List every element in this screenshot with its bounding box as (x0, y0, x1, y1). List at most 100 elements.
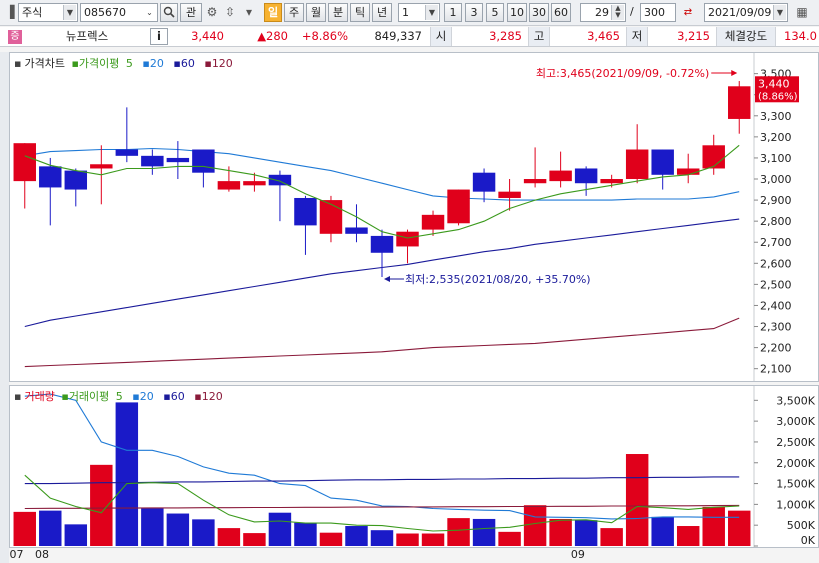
candle-body[interactable] (472, 172, 496, 192)
volume-bar[interactable] (472, 518, 496, 546)
period-button-month[interactable]: 월 (306, 3, 326, 22)
legend-vol-ma-label[interactable]: ▪거래이평 5 (61, 390, 125, 403)
legend-volume-title[interactable]: 거래량 (24, 390, 54, 403)
candle-body[interactable] (370, 235, 394, 253)
candle-body[interactable] (523, 179, 547, 184)
candle-body[interactable] (217, 181, 241, 190)
legend-price-title[interactable]: 가격차트 (24, 57, 64, 70)
candle-body[interactable] (243, 181, 266, 186)
candle-body[interactable] (702, 145, 725, 169)
candle-body[interactable] (549, 170, 572, 182)
chevron-down-icon[interactable]: ⌄ (143, 5, 156, 20)
candle-body[interactable] (625, 149, 649, 180)
volume-bar[interactable] (243, 533, 266, 546)
candle-body[interactable] (447, 189, 470, 224)
volume-chart[interactable]: 0K 500K 1,000K 1,500K 2,000K 2,500K 3,000K 3,50… (10, 386, 818, 547)
legend-vol-ma120[interactable]: ▪120 (194, 390, 225, 403)
chevron-down-icon[interactable]: ▼ (425, 5, 438, 20)
interval-select[interactable]: 1 ▼ (398, 3, 440, 22)
reset-icon[interactable]: ⇄ (680, 4, 696, 21)
up-down-spinner-icon[interactable]: ⇳ (222, 4, 238, 21)
volume-bar[interactable] (396, 533, 419, 546)
legend-ma60[interactable]: ▪60 (173, 57, 197, 70)
interval-button-60[interactable]: 60 (551, 3, 571, 22)
display-count-input[interactable]: 29 ▲ ▼ (580, 3, 626, 22)
candle-body[interactable] (39, 166, 62, 188)
price-chart[interactable]: 2,100 2,200 2,300 2,400 2,500 2,600 2,700 2,800… (10, 53, 818, 381)
interval-button-10[interactable]: 10 (507, 3, 527, 22)
candle-body[interactable] (319, 200, 343, 234)
candle-body[interactable] (600, 179, 623, 184)
candle-body[interactable] (651, 149, 674, 175)
interval-button-30[interactable]: 30 (529, 3, 549, 22)
volume-bar[interactable] (447, 518, 470, 546)
candle-body[interactable] (166, 157, 190, 163)
volume-bar[interactable] (574, 520, 598, 546)
chevron-down-icon[interactable]: ▼ (63, 5, 76, 20)
candle-body[interactable] (115, 149, 139, 156)
volume-bar[interactable] (676, 526, 700, 546)
stock-code-input[interactable]: 085670 ⌄ (80, 3, 158, 22)
volume-bar[interactable] (319, 532, 343, 546)
volume-bar[interactable] (217, 528, 241, 546)
legend-vol-ma60[interactable]: ▪60 (163, 390, 187, 403)
volume-bar[interactable] (268, 512, 292, 546)
volume-bar[interactable] (625, 454, 649, 546)
candle-body[interactable] (192, 149, 215, 173)
volume-bar[interactable] (549, 518, 572, 546)
candle-body[interactable] (396, 231, 419, 247)
volume-bar[interactable] (421, 533, 445, 546)
volume-bar[interactable] (370, 530, 394, 546)
legend-ma-label[interactable]: ▪가격이평 5 (71, 57, 135, 70)
candle-body[interactable] (13, 143, 36, 182)
settings-icon[interactable]: ⚙ (204, 4, 220, 21)
volume-bar[interactable] (294, 522, 317, 546)
candle-body[interactable] (421, 214, 445, 230)
volume-chart-pane[interactable]: 0K 500K 1,000K 1,500K 2,000K 2,500K 3,000K 3,50… (9, 385, 819, 548)
volume-bar[interactable] (600, 528, 623, 546)
candle-body[interactable] (64, 170, 88, 190)
search-button[interactable] (160, 3, 178, 22)
dropdown-icon[interactable]: ▾ (241, 4, 257, 21)
legend-ma20[interactable]: ▪20 (142, 57, 166, 70)
volume-bar[interactable] (728, 510, 751, 546)
spinner-icon[interactable]: ▲ ▼ (611, 5, 624, 20)
market-type-select[interactable]: 주식 ▼ (18, 3, 78, 22)
volume-bar[interactable] (166, 513, 190, 546)
interval-button-5[interactable]: 5 (486, 3, 504, 22)
volume-bar[interactable] (141, 508, 164, 546)
info-button[interactable]: i (150, 28, 168, 45)
chevron-down-icon[interactable]: ▼ (773, 5, 786, 20)
volume-bar[interactable] (702, 506, 725, 546)
interval-button-1[interactable]: 1 (444, 3, 462, 22)
candle-body[interactable] (90, 164, 113, 169)
interval-button-3[interactable]: 3 (465, 3, 483, 22)
volume-bar[interactable] (192, 519, 215, 546)
price-chart-pane[interactable]: 2,100 2,200 2,300 2,400 2,500 2,600 2,700 2,800… (9, 52, 819, 382)
period-button-week[interactable]: 주 (284, 3, 304, 22)
volume-bar[interactable] (345, 526, 368, 546)
volume-bar[interactable] (498, 531, 521, 546)
legend-vol-ma20[interactable]: ▪20 (132, 390, 156, 403)
volume-bar[interactable] (39, 510, 62, 546)
volume-bar[interactable] (651, 516, 674, 546)
volume-bar[interactable] (523, 505, 547, 546)
candle-body[interactable] (728, 86, 751, 119)
period-button-year[interactable]: 년 (372, 3, 392, 22)
volume-bar[interactable] (115, 402, 139, 546)
candle-body[interactable] (268, 174, 292, 186)
candle-body[interactable] (345, 227, 368, 234)
candle-body[interactable] (574, 168, 598, 184)
date-picker[interactable]: 2021/09/09 ▼ (704, 3, 788, 22)
period-button-day[interactable]: 일 (264, 3, 282, 22)
candle-body[interactable] (294, 197, 317, 226)
chart-menu-icon[interactable]: ▐ (2, 4, 18, 21)
volume-bar[interactable] (90, 464, 113, 546)
legend-ma120[interactable]: ▪120 (204, 57, 235, 70)
total-count-input[interactable]: 300 (640, 3, 676, 22)
period-button-minute[interactable]: 분 (328, 3, 348, 22)
candle-body[interactable] (141, 155, 164, 167)
related-stock-button[interactable]: 관 (180, 3, 202, 22)
candle-body[interactable] (498, 191, 521, 198)
period-button-tick[interactable]: 틱 (350, 3, 370, 22)
